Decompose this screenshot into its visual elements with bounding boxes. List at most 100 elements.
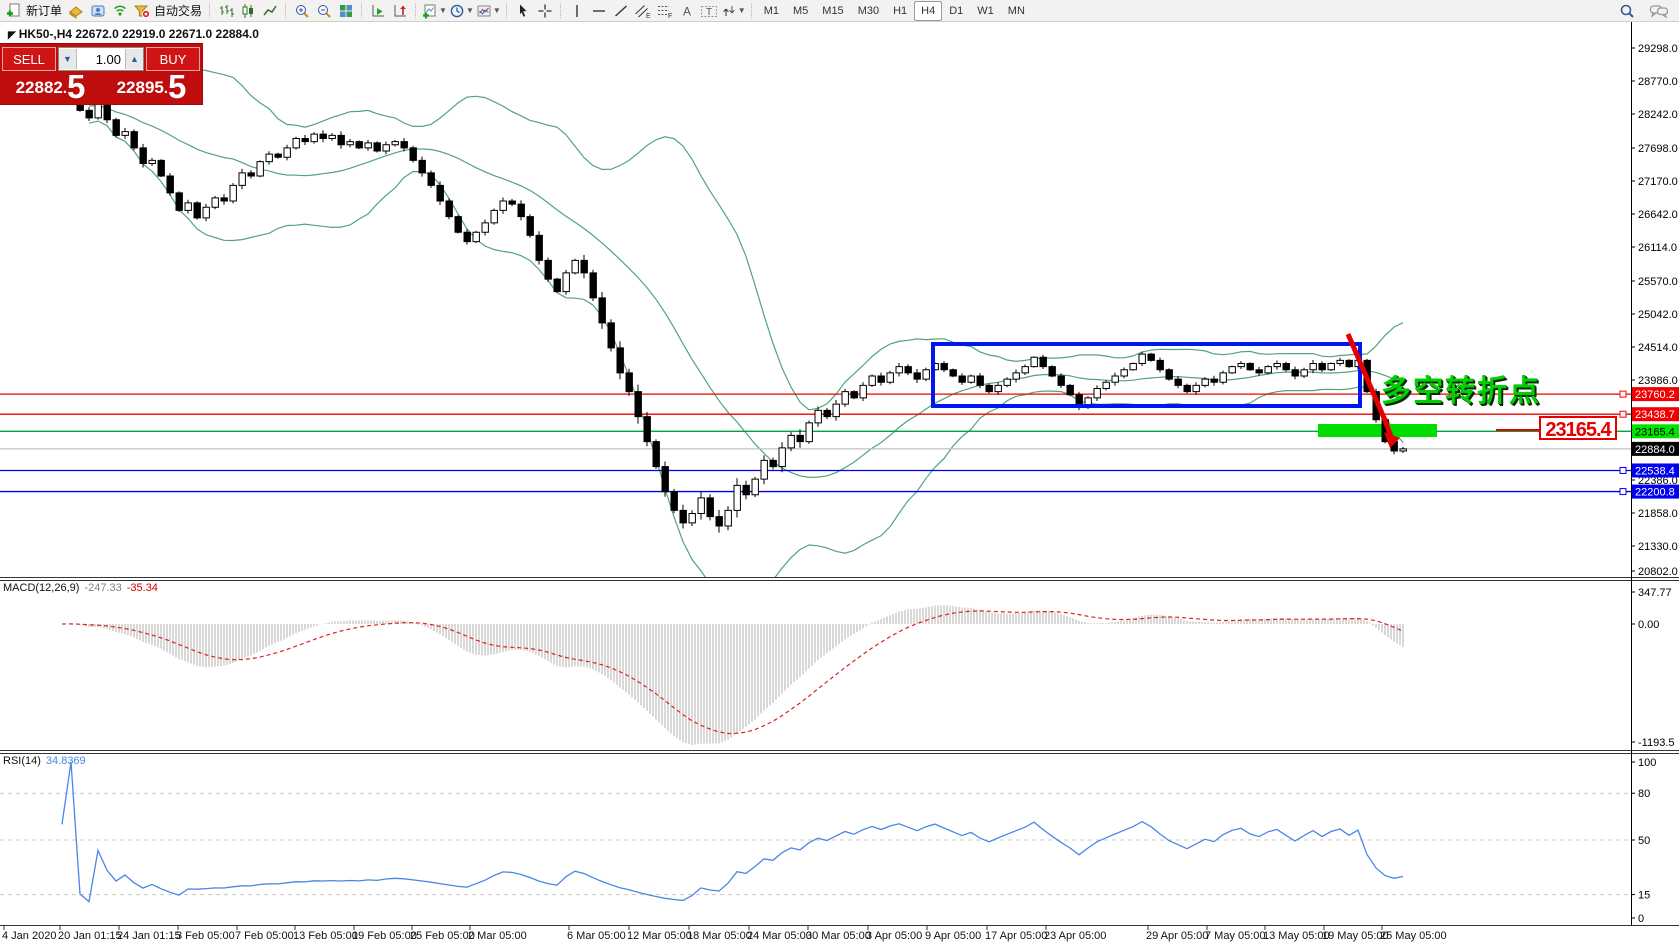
data-window-button[interactable] xyxy=(87,1,109,21)
sell-button[interactable]: SELL xyxy=(2,47,56,71)
volume-increase-button[interactable]: ▲ xyxy=(125,49,143,69)
svg-text:A: A xyxy=(683,4,691,18)
candle-body xyxy=(833,404,839,417)
candle-body xyxy=(599,298,605,323)
crosshair-button[interactable] xyxy=(534,1,556,21)
candle-body xyxy=(689,514,695,523)
signals-icon xyxy=(112,3,128,19)
data-window-icon xyxy=(90,3,106,19)
timeframe-m1-button[interactable]: M1 xyxy=(757,1,786,21)
search-button[interactable] xyxy=(1616,1,1638,21)
one-click-toggle-icon[interactable]: ◤ xyxy=(8,30,16,41)
tile-windows-button[interactable] xyxy=(335,1,357,21)
candle-body xyxy=(428,173,434,186)
vertical-line-button[interactable] xyxy=(566,1,588,21)
level-endpoint-marker[interactable] xyxy=(1620,391,1626,397)
candle-body xyxy=(131,132,137,148)
level-endpoint-marker[interactable] xyxy=(1620,489,1626,495)
timeframe-m15-button[interactable]: M15 xyxy=(815,1,850,21)
timeframe-m5-button[interactable]: M5 xyxy=(786,1,815,21)
candle-body xyxy=(608,323,614,348)
time-axis-label: 25 May 05:00 xyxy=(1380,930,1447,942)
candle-body xyxy=(113,120,119,136)
candle-body xyxy=(320,134,326,138)
price-tick-label: 21330.0 xyxy=(1638,541,1678,553)
profiles-button[interactable]: ▼ xyxy=(448,1,475,21)
macd-name: MACD(12,26,9) xyxy=(3,582,79,594)
zoom-out-button[interactable] xyxy=(313,1,335,21)
text-button[interactable]: A xyxy=(676,1,698,21)
zoom-in-button[interactable] xyxy=(291,1,313,21)
chart-shift-button[interactable] xyxy=(389,1,411,21)
text-icon: A xyxy=(680,3,694,19)
template-button[interactable]: ▼ xyxy=(475,1,502,21)
autotrade-button[interactable] xyxy=(131,1,153,21)
price-tick-label: 24514.0 xyxy=(1638,342,1678,354)
timeframe-h4-button[interactable]: H4 xyxy=(914,1,942,21)
candle-chart-button[interactable] xyxy=(237,1,259,21)
sell-price[interactable]: 22882.5 xyxy=(0,72,101,104)
channel-button[interactable]: E xyxy=(632,1,654,21)
dropdown-caret-icon: ▼ xyxy=(466,6,474,15)
timeframe-mn-button[interactable]: MN xyxy=(1001,1,1032,21)
level-endpoint-marker[interactable] xyxy=(1620,411,1626,417)
chat-button[interactable] xyxy=(1648,1,1670,21)
level-endpoint-marker[interactable] xyxy=(1620,467,1626,473)
time-axis-label: 25 Feb 05:00 xyxy=(410,930,475,942)
signals-button[interactable] xyxy=(109,1,131,21)
price-tick-label: 27698.0 xyxy=(1638,143,1678,155)
candle-body xyxy=(194,203,200,218)
time-axis-label: 2 Mar 05:00 xyxy=(468,930,527,942)
cursor-button[interactable] xyxy=(512,1,534,21)
candle-body xyxy=(293,139,299,148)
volume-value[interactable]: 1.00 xyxy=(77,52,125,67)
candle-body xyxy=(770,460,776,466)
rsi-name: RSI(14) xyxy=(3,755,41,767)
candle-body xyxy=(1013,373,1019,379)
autotrade-label[interactable]: 自动交易 xyxy=(154,2,202,19)
arrows-button[interactable]: ▼ xyxy=(720,1,747,21)
candle-body xyxy=(1130,364,1136,370)
candle-body xyxy=(221,198,227,201)
timeframe-h1-button[interactable]: H1 xyxy=(886,1,914,21)
time-axis-label: 13 Feb 05:00 xyxy=(293,930,358,942)
candle-body xyxy=(959,376,965,382)
candle-body xyxy=(968,376,974,382)
auto-scroll-button[interactable] xyxy=(367,1,389,21)
price-tick-label: 29298.0 xyxy=(1638,43,1678,55)
price-callout-box[interactable]: 23165.4 xyxy=(1539,416,1617,440)
market-watch-button[interactable] xyxy=(65,1,87,21)
horizontal-line-button[interactable] xyxy=(588,1,610,21)
pivot-annotation-text: 多空转折点 xyxy=(1381,366,1541,410)
time-axis-label: 24 Mar 05:00 xyxy=(747,930,812,942)
candle-body xyxy=(581,260,587,273)
price-tick-label: 25570.0 xyxy=(1638,276,1678,288)
candle-body xyxy=(977,376,983,385)
channel-icon: E xyxy=(634,3,651,19)
time-axis-label: 7 May 05:00 xyxy=(1205,930,1266,942)
timeframe-d1-button[interactable]: D1 xyxy=(942,1,970,21)
price-tick-label: 27170.0 xyxy=(1638,176,1678,188)
clock-icon xyxy=(449,3,465,19)
timeframe-w1-button[interactable]: W1 xyxy=(970,1,1001,21)
fibonacci-button[interactable]: F xyxy=(654,1,676,21)
buy-price[interactable]: 22895.5 xyxy=(101,72,202,104)
new-chart-button[interactable]: ▼ xyxy=(421,1,448,21)
toolbar-separator xyxy=(285,3,287,18)
new-order-button[interactable] xyxy=(3,1,25,21)
time-axis-label: 6 Mar 05:00 xyxy=(567,930,626,942)
price-tick-label: 21858.0 xyxy=(1638,508,1678,520)
trendline-button[interactable] xyxy=(610,1,632,21)
timeframe-m30-button[interactable]: M30 xyxy=(851,1,886,21)
new-order-label[interactable]: 新订单 xyxy=(26,2,62,19)
volume-decrease-button[interactable]: ▼ xyxy=(59,49,77,69)
time-axis-label: 7 Feb 05:00 xyxy=(235,930,294,942)
candle-body xyxy=(257,162,263,176)
candle-body xyxy=(1211,379,1217,382)
line-chart-button[interactable] xyxy=(259,1,281,21)
search-icon xyxy=(1619,3,1635,19)
zoom-out-icon xyxy=(316,3,332,19)
bar-chart-button[interactable] xyxy=(215,1,237,21)
macd-tick-label: -1193.5 xyxy=(1638,737,1675,749)
text-label-button[interactable]: T xyxy=(698,1,720,21)
